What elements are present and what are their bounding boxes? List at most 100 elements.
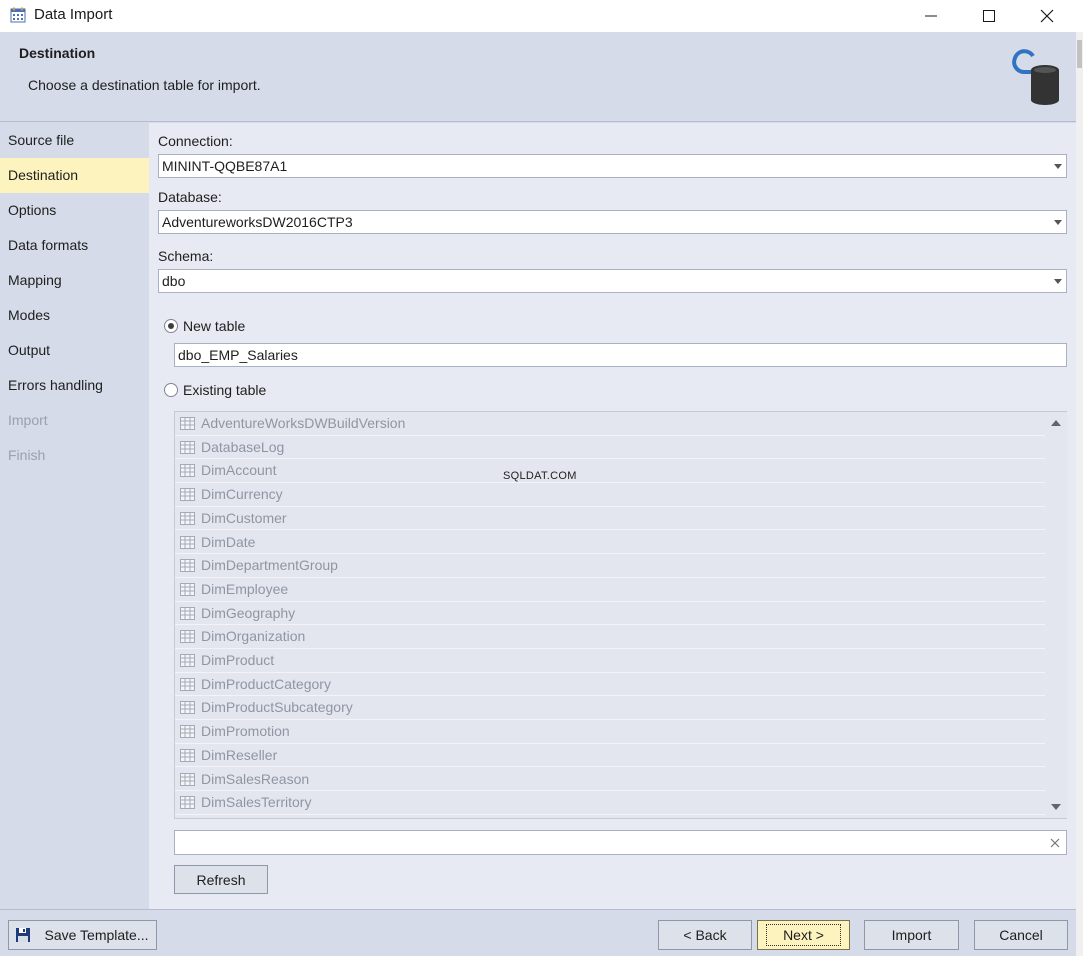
minimize-button[interactable] xyxy=(902,0,960,32)
table-list-item[interactable]: DimAccount xyxy=(175,459,1045,484)
table-list-item[interactable]: DimSalesTerritory xyxy=(175,791,1045,815)
close-icon xyxy=(1040,9,1054,23)
sidebar-item-output[interactable]: Output xyxy=(0,333,149,368)
table-grid-icon xyxy=(180,606,195,620)
table-grid-icon xyxy=(180,417,195,430)
table-list-item[interactable]: DimProduct xyxy=(175,649,1045,673)
schema-label: Schema: xyxy=(158,248,214,264)
table-list-item-label: DimAccount xyxy=(201,462,277,479)
clear-search-button[interactable] xyxy=(1046,834,1064,852)
table-list-item[interactable]: DimProductCategory xyxy=(175,673,1045,697)
table-grid-icon xyxy=(180,630,195,644)
sidebar-item-data-formats[interactable]: Data formats xyxy=(0,228,149,263)
chevron-down-icon xyxy=(1054,279,1062,284)
scroll-up-icon[interactable] xyxy=(1051,420,1061,426)
table-list-item-label: DimSalesReason xyxy=(201,770,310,787)
sidebar-item-options[interactable]: Options xyxy=(0,193,149,228)
table-list-item-label: DimOrganization xyxy=(201,628,306,645)
connection-select[interactable]: MININT-QQBE87A1 xyxy=(158,154,1067,178)
floppy-disk-icon xyxy=(16,928,31,942)
table-search-input[interactable] xyxy=(174,830,1067,855)
database-value: AdventureworksDW2016CTP3 xyxy=(162,214,353,230)
table-grid-icon xyxy=(180,772,195,786)
sidebar-item-modes[interactable]: Modes xyxy=(0,298,149,333)
table-grid-icon xyxy=(180,464,195,478)
wizard-steps-sidebar: Source file Destination Options Data for… xyxy=(0,123,149,909)
table-list-item[interactable]: DimEmployee xyxy=(175,578,1045,602)
table-list-item-label: DimProduct xyxy=(201,652,275,668)
sidebar-item-mapping[interactable]: Mapping xyxy=(0,263,149,298)
table-list-item[interactable]: DimSalesReason xyxy=(175,768,1045,792)
existing-table-label[interactable]: Existing table xyxy=(183,382,266,398)
schema-select[interactable]: dbo xyxy=(158,269,1067,293)
save-template-label: Save Template... xyxy=(44,927,149,943)
maximize-button[interactable] xyxy=(960,0,1018,32)
back-button[interactable]: < Back xyxy=(658,920,752,950)
app-calendar-icon xyxy=(10,7,26,23)
sidebar-item-source-file[interactable]: Source file xyxy=(0,123,149,158)
close-icon xyxy=(1050,838,1060,848)
new-table-name-input[interactable]: dbo_EMP_Salaries xyxy=(174,343,1067,367)
table-list-item[interactable]: DimCurrency xyxy=(175,483,1045,507)
outer-scrollbar-thumb[interactable] xyxy=(1077,40,1082,68)
table-grid-icon xyxy=(180,535,195,549)
table-list-item[interactable]: DimPromotion xyxy=(175,720,1045,744)
refresh-button[interactable]: Refresh xyxy=(174,865,268,894)
table-grid-icon xyxy=(180,511,195,525)
database-import-icon xyxy=(1012,49,1059,105)
sidebar-item-destination[interactable]: Destination xyxy=(0,158,149,193)
scroll-down-icon[interactable] xyxy=(1051,804,1061,810)
table-grid-icon xyxy=(180,440,195,454)
existing-tables-list[interactable]: AdventureWorksDWBuildVersion DatabaseLog D… xyxy=(174,411,1067,819)
table-list-item-label: DimDate xyxy=(201,533,256,550)
database-label: Database: xyxy=(158,189,222,205)
outer-scrollbar[interactable] xyxy=(1076,32,1083,956)
sidebar-item-finish: Finish xyxy=(8,447,46,463)
table-list-item[interactable]: DimOrganization xyxy=(175,625,1045,649)
table-list-item-label: DimCustomer xyxy=(201,509,287,526)
connection-value: MININT-QQBE87A1 xyxy=(162,158,288,174)
next-button[interactable]: Next > xyxy=(757,920,850,950)
table-list-item[interactable]: DatabaseLog xyxy=(175,436,1045,460)
table-grid-icon xyxy=(180,582,195,596)
new-table-name-value: dbo_EMP_Salaries xyxy=(178,347,298,363)
table-list-item-label: DimGeography xyxy=(201,604,296,621)
table-list-item-label: DimDepartmentGroup xyxy=(201,557,338,574)
table-list-item-label: DimProductSubcategory xyxy=(201,699,353,716)
table-list-item-label: DimReseller xyxy=(201,746,278,763)
table-grid-icon xyxy=(180,748,195,762)
table-list-item[interactable]: DimDate xyxy=(175,531,1045,555)
table-list-item[interactable]: DimGeography xyxy=(175,602,1045,626)
database-select[interactable]: AdventureworksDW2016CTP3 xyxy=(158,210,1067,234)
table-grid-icon xyxy=(180,488,195,502)
table-grid-icon xyxy=(180,677,195,691)
sidebar-item-errors-handling[interactable]: Errors handling xyxy=(0,368,149,403)
existing-table-radio[interactable] xyxy=(164,383,178,397)
save-template-button[interactable]: Save Template... xyxy=(8,920,157,950)
new-table-radio[interactable] xyxy=(164,319,178,333)
sidebar-item-import: Import xyxy=(8,412,48,428)
table-list-item-label: DimPromotion xyxy=(201,723,290,740)
table-list-item-label: DimSalesTerritory xyxy=(201,794,312,811)
table-list-item[interactable]: DimReseller xyxy=(175,744,1045,768)
table-list-item-label: DimProductCategory xyxy=(201,675,331,692)
maximize-icon xyxy=(983,10,995,22)
wizard-header: Destination Choose a destination table f… xyxy=(0,32,1076,122)
table-list-item-label: AdventureWorksDWBuildVersion xyxy=(201,415,406,431)
list-scrollbar[interactable] xyxy=(1045,412,1067,818)
table-grid-icon xyxy=(180,796,195,810)
cancel-button[interactable]: Cancel xyxy=(974,920,1068,950)
minimize-icon xyxy=(925,15,937,17)
table-list-item[interactable]: DimDepartmentGroup xyxy=(175,554,1045,578)
table-list-item-label: DimCurrency xyxy=(201,486,283,503)
table-list-item[interactable]: DimCustomer xyxy=(175,507,1045,531)
table-list-item-label: DimEmployee xyxy=(201,580,289,597)
table-grid-icon xyxy=(180,559,195,573)
new-table-label[interactable]: New table xyxy=(183,318,245,334)
table-list-item[interactable]: AdventureWorksDWBuildVersion xyxy=(175,412,1045,436)
next-label: Next > xyxy=(766,924,841,946)
table-grid-icon xyxy=(180,701,195,715)
table-list-item[interactable]: DimProductSubcategory xyxy=(175,696,1045,721)
import-button[interactable]: Import xyxy=(864,920,959,950)
close-window-button[interactable] xyxy=(1018,0,1076,32)
